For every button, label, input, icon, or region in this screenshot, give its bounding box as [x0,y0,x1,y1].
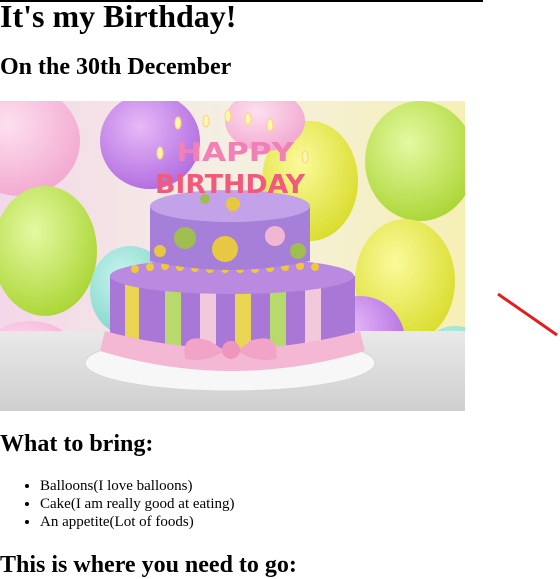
red-annotation-line [497,292,558,337]
cake-illustration: HAPPY BIRTHDAY [0,101,465,411]
cake-topper-happy: HAPPY [176,138,295,168]
list-item: Cake(I am really good at eating) [40,495,235,513]
list-item: Balloons(I love balloons) [40,477,235,495]
page-title: It's my Birthday! [0,0,237,34]
bring-heading: What to bring: [0,431,154,457]
birthday-cake-photo: HAPPY BIRTHDAY [0,101,465,411]
list-item: An appetite(Lot of foods) [40,513,235,531]
bring-list: Balloons(I love balloons) Cake(I am real… [0,477,235,531]
directions-heading: This is where you need to go: [0,552,297,578]
page: It's my Birthday! On the 30th December H… [0,0,560,579]
date-heading: On the 30th December [0,54,232,80]
cake-topper-birthday: BIRTHDAY [155,170,306,200]
